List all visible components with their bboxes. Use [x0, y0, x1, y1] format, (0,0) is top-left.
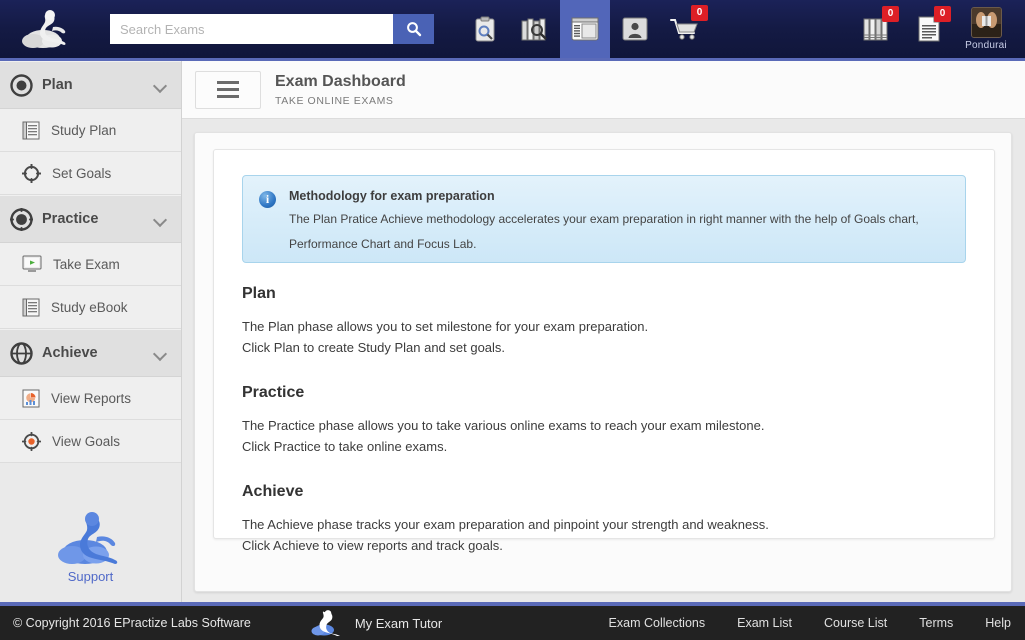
nav-icon-exam-dashboard[interactable]: [560, 0, 610, 58]
phase-line-2: Click Achieve to view reports and track …: [242, 538, 503, 553]
dashboard-panel-inner: i Methodology for exam preparation The P…: [213, 149, 995, 553]
sidebar-item-label: Study Plan: [51, 122, 117, 138]
chevron-down-icon: [154, 215, 167, 223]
page-subtitle: TAKE ONLINE EXAMS: [275, 94, 394, 107]
copyright-text: © Copyright 2016 EPractize Labs Software: [13, 616, 251, 630]
user-avatar-photo-icon: [971, 8, 1001, 37]
footer-link-terms[interactable]: Terms: [919, 616, 953, 630]
page-title: Exam Dashboard: [275, 72, 406, 90]
hamburger-menu-icon: [217, 79, 239, 100]
window-list-icon: [571, 17, 599, 41]
phase-achieve: Achieve The Achieve phase tracks your ex…: [242, 483, 966, 556]
methodology-info-alert: i Methodology for exam preparation The P…: [242, 175, 966, 263]
sidebar-item-study-ebook[interactable]: Study eBook: [0, 286, 181, 329]
phase-heading: Achieve: [242, 483, 304, 500]
app-logo[interactable]: [0, 0, 100, 58]
user-card-icon: [622, 17, 648, 41]
nav-icon-clipboard-search[interactable]: [460, 0, 510, 58]
sidebar-item-view-goals[interactable]: View Goals: [0, 420, 181, 463]
sidebar-group-practice[interactable]: Practice: [0, 195, 181, 243]
nav-icon-profile-card[interactable]: [610, 0, 660, 58]
footer: © Copyright 2016 EPractize Labs Software…: [0, 606, 1025, 640]
books-badge: 0: [882, 6, 899, 22]
profile-name: Pondurai: [965, 40, 1007, 51]
monitor-play-icon: [22, 255, 42, 272]
search-button[interactable]: [393, 14, 434, 44]
cart-badge: 0: [691, 5, 708, 21]
crosshair-icon: [22, 163, 41, 183]
sidebar-item-take-exam[interactable]: Take Exam: [0, 243, 181, 286]
sidebar-item-view-reports[interactable]: View Reports: [0, 377, 181, 420]
right-icon-books[interactable]: 0: [851, 0, 903, 58]
sidebar-item-label: Study eBook: [51, 299, 128, 315]
alert-title: Methodology for exam preparation: [289, 189, 495, 203]
phase-line-1: The Practice phase allows you to take va…: [242, 418, 765, 433]
dashboard-panel-outer: i Methodology for exam preparation The P…: [194, 132, 1012, 592]
top-right-icon-group: 0 0 Pondurai: [851, 0, 1025, 58]
person-on-cloud-logo-icon: [311, 610, 340, 636]
nav-icon-cart[interactable]: 0: [660, 0, 710, 58]
top-navigation-bar: 0 0: [0, 0, 1025, 58]
sidebar-item-set-goals[interactable]: Set Goals: [0, 152, 181, 195]
menu-toggle-button[interactable]: [195, 70, 261, 109]
sidebar-group-plan[interactable]: Plan: [0, 61, 181, 109]
page-header: Exam Dashboard TAKE ONLINE EXAMS: [182, 61, 1025, 119]
page-title-block: Exam Dashboard TAKE ONLINE EXAMS: [275, 73, 406, 107]
phase-line-1: The Achieve phase tracks your exam prepa…: [242, 517, 769, 532]
chevron-down-icon: [154, 81, 167, 89]
sidebar-group-label: Plan: [42, 77, 73, 93]
info-icon: i: [259, 191, 276, 208]
target-filled-icon: [10, 207, 33, 231]
books-search-icon: [521, 18, 547, 40]
globe-target-icon: [10, 341, 33, 365]
footer-links: Exam Collections Exam List Course List T…: [609, 616, 1011, 630]
search-bar: [110, 14, 434, 44]
phase-plan: Plan The Plan phase allows you to set mi…: [242, 285, 966, 358]
search-icon: [406, 22, 421, 37]
report-chart-icon: [22, 389, 40, 407]
sidebar-item-label: View Goals: [52, 433, 121, 449]
sidebar-group-label: Practice: [42, 211, 99, 227]
target-ring-icon: [10, 73, 33, 97]
notes-badge: 0: [934, 6, 951, 22]
nav-icon-books-search[interactable]: [510, 0, 560, 58]
phase-line-1: The Plan phase allows you to set milesto…: [242, 319, 649, 334]
search-input[interactable]: [110, 14, 393, 44]
phase-heading: Plan: [242, 285, 276, 302]
sidebar-item-label: View Reports: [51, 390, 132, 406]
footer-link-exam-collections[interactable]: Exam Collections: [609, 616, 706, 630]
alert-body: Methodology for exam preparation The Pla…: [289, 189, 937, 251]
sidebar-item-label: Take Exam: [53, 256, 120, 272]
avatar: [970, 7, 1002, 38]
document-lines-icon: [22, 298, 40, 316]
support-label: Support: [67, 569, 114, 584]
target-orange-icon: [22, 431, 41, 451]
phases-section: Plan The Plan phase allows you to set mi…: [214, 263, 994, 556]
user-profile-menu[interactable]: Pondurai: [955, 0, 1017, 58]
phase-line-2: Click Plan to create Study Plan and set …: [242, 340, 506, 355]
footer-link-exam-list[interactable]: Exam List: [737, 616, 792, 630]
footer-link-help[interactable]: Help: [985, 616, 1011, 630]
brand-name: My Exam Tutor: [354, 615, 443, 631]
sidebar: Plan Study Plan Set Goals Practice Take …: [0, 61, 182, 606]
support-cloud-icon: [57, 512, 117, 564]
main-content: Exam Dashboard TAKE ONLINE EXAMS i Metho…: [182, 61, 1025, 606]
person-on-cloud-logo-icon: [22, 10, 66, 48]
clipboard-search-icon: [475, 16, 494, 41]
phase-heading: Practice: [242, 384, 305, 401]
document-lines-icon: [22, 121, 40, 139]
sidebar-item-study-plan[interactable]: Study Plan: [0, 109, 181, 152]
phase-practice: Practice The Practice phase allows you t…: [242, 384, 966, 457]
support-link[interactable]: Support: [0, 510, 181, 584]
alert-text: The Plan Pratice Achieve methodology acc…: [289, 212, 919, 251]
sidebar-group-achieve[interactable]: Achieve: [0, 329, 181, 377]
footer-link-course-list[interactable]: Course List: [824, 616, 887, 630]
footer-brand[interactable]: My Exam Tutor: [311, 610, 442, 636]
chevron-down-icon: [154, 349, 167, 357]
phase-line-2: Click Practice to take online exams.: [242, 439, 448, 454]
sidebar-group-label: Achieve: [42, 345, 98, 361]
top-nav-icon-group: 0: [460, 0, 710, 58]
sidebar-item-label: Set Goals: [52, 165, 112, 181]
right-icon-notes[interactable]: 0: [903, 0, 955, 58]
